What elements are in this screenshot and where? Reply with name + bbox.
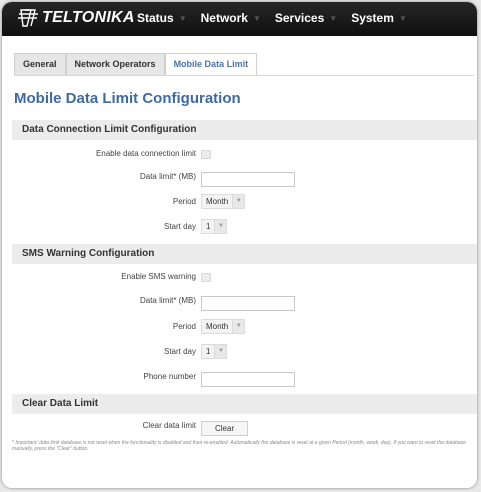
row-clear-data-limit: Clear data limit Clear	[12, 418, 477, 436]
enable-sms-warning-label: Enable SMS warning	[121, 272, 196, 281]
sms-start-day-select-value: 1	[206, 347, 211, 356]
sms-start-day-label: Start day	[163, 347, 196, 356]
brand-name: TELTONIKA	[42, 9, 135, 26]
row-phone-number: Phone number	[12, 369, 477, 387]
section-header-data-connection: Data Connection Limit Configuration	[12, 120, 477, 140]
sms-start-day-select[interactable]: 1 ▼	[201, 344, 228, 359]
chevron-down-icon: ▼	[329, 13, 338, 23]
top-navigation-bar: TELTONIKA Status ▼ Network ▼ Services ▼ …	[2, 2, 477, 36]
clear-button[interactable]: Clear	[201, 421, 249, 436]
menu-services-label: Services	[274, 11, 325, 25]
enable-data-limit-label: Enable data connection limit	[95, 149, 196, 158]
chevron-down-icon: ▼	[398, 13, 407, 23]
tab-bar: General Network Operators Mobile Data Li…	[14, 53, 258, 76]
clear-data-limit-label: Clear data limit	[142, 421, 196, 430]
tab-divider	[14, 75, 474, 76]
chevron-down-icon: ▼	[178, 13, 187, 23]
row-data-limit: Data limit* (MB)	[12, 169, 477, 187]
period-select[interactable]: Month ▼	[201, 194, 246, 209]
row-enable-data-limit: Enable data connection limit	[12, 146, 477, 164]
menu-network-label: Network	[200, 11, 248, 25]
menu-status[interactable]: Status ▼	[137, 11, 187, 25]
tab-mobile-data-limit[interactable]: Mobile Data Limit	[164, 53, 258, 76]
menu-system-label: System	[351, 11, 394, 25]
menu-network[interactable]: Network ▼	[201, 11, 261, 25]
row-start-day: Start day 1 ▼	[12, 219, 477, 237]
chevron-down-icon: ▼	[232, 320, 245, 333]
start-day-select[interactable]: 1 ▼	[201, 219, 228, 234]
enable-sms-warning-checkbox[interactable]	[201, 273, 211, 282]
start-day-select-value: 1	[206, 222, 211, 231]
data-limit-label: Data limit* (MB)	[139, 172, 196, 181]
chevron-down-icon: ▼	[214, 220, 227, 233]
start-day-label: Start day	[163, 222, 196, 231]
sms-data-limit-label: Data limit* (MB)	[139, 296, 196, 305]
row-enable-sms-warning: Enable SMS warning	[12, 269, 477, 287]
brand-logo[interactable]: TELTONIKA	[18, 8, 135, 28]
tab-general[interactable]: General	[14, 53, 66, 75]
data-limit-input[interactable]	[201, 172, 295, 187]
chevron-down-icon: ▼	[252, 13, 261, 23]
menu-services[interactable]: Services ▼	[275, 11, 337, 25]
teltonika-logo-icon	[18, 9, 38, 27]
chevron-down-icon: ▼	[214, 345, 227, 358]
app-window: TELTONIKA Status ▼ Network ▼ Services ▼ …	[2, 2, 477, 488]
menu-status-label: Status	[137, 11, 174, 25]
period-select-value: Month	[206, 197, 229, 206]
chevron-down-icon: ▼	[232, 195, 245, 208]
footnote: * Important: data limit database is not …	[12, 440, 466, 452]
row-sms-period: Period Month ▼	[12, 319, 477, 337]
section-header-sms-warning: SMS Warning Configuration	[12, 244, 477, 264]
tab-network-operators[interactable]: Network Operators	[65, 53, 165, 75]
row-sms-start-day: Start day 1 ▼	[12, 344, 477, 362]
row-sms-data-limit: Data limit* (MB)	[12, 293, 477, 311]
main-menu: Status ▼ Network ▼ Services ▼ System ▼	[137, 11, 421, 25]
menu-system[interactable]: System ▼	[351, 11, 407, 25]
page-title: Mobile Data Limit Configuration	[14, 90, 241, 107]
row-period: Period Month ▼	[12, 194, 477, 212]
section-header-clear-data-limit: Clear Data Limit	[12, 394, 477, 414]
phone-number-label: Phone number	[143, 372, 196, 381]
enable-data-limit-checkbox[interactable]	[201, 150, 211, 159]
sms-period-select[interactable]: Month ▼	[201, 319, 246, 334]
sms-period-label: Period	[172, 322, 196, 331]
sms-period-select-value: Month	[206, 322, 229, 331]
sms-data-limit-input[interactable]	[201, 296, 295, 311]
phone-number-input[interactable]	[201, 372, 295, 387]
period-label: Period	[172, 197, 196, 206]
